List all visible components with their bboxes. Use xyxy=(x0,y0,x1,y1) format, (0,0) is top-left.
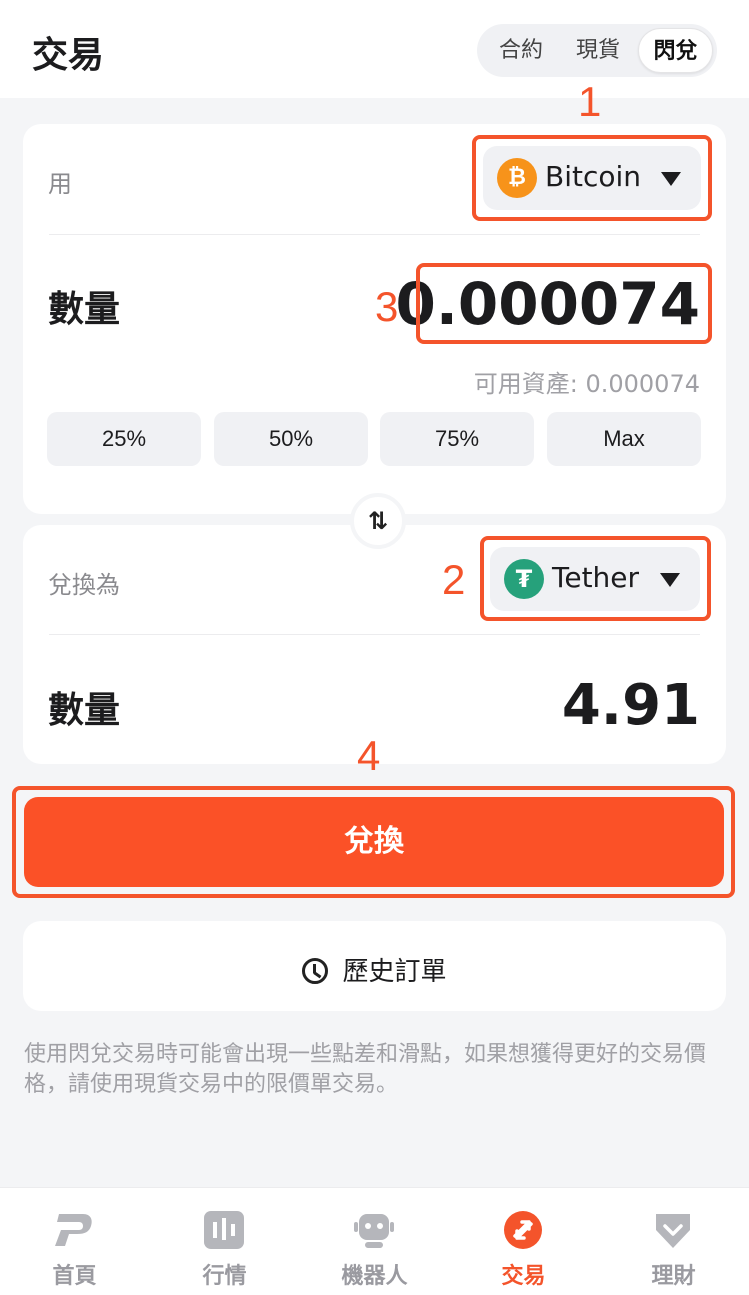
tab-wealth[interactable]: 理財 xyxy=(599,1188,748,1295)
to-amount: 4.91 xyxy=(561,673,700,738)
annotation-number-1: 1 xyxy=(578,78,602,125)
clock-icon xyxy=(302,958,329,984)
slippage-notice: 使用閃兌交易時可能會出現一些點差和滑點，如果想獲得更好的交易價格，請使用現貨交易… xyxy=(24,1042,707,1097)
robot-icon xyxy=(354,1214,394,1248)
history-orders-button[interactable]: 歷史訂單 xyxy=(23,921,726,1011)
annotation-box-3 xyxy=(416,263,712,344)
tab-market-label: 行情 xyxy=(202,1264,247,1289)
percent-50-button[interactable]: 50% xyxy=(214,412,368,466)
swap-arrows-icon[interactable]: ⇅ xyxy=(350,493,406,549)
annotation-box-2 xyxy=(480,536,711,621)
annotation-number-4: 4 xyxy=(357,732,381,779)
tab-home[interactable]: 首頁 xyxy=(0,1188,149,1295)
page-title: 交易 xyxy=(32,35,105,76)
diamond-icon xyxy=(656,1214,690,1248)
divider xyxy=(49,634,700,635)
convert-button[interactable]: 兌換 xyxy=(24,797,724,887)
bottom-tab-bar: 首頁 行情 機器人 交易 理財 xyxy=(0,1187,749,1295)
to-qty-label: 數量 xyxy=(48,690,121,731)
divider xyxy=(49,234,700,235)
percent-max-button[interactable]: Max xyxy=(547,412,701,466)
from-qty-label: 數量 xyxy=(48,289,121,330)
tab-spot[interactable]: 現貨 xyxy=(559,28,637,73)
trade-icon xyxy=(504,1211,542,1249)
home-p-icon xyxy=(55,1214,92,1246)
annotation-number-2: 2 xyxy=(442,556,466,603)
tab-trade-label: 交易 xyxy=(501,1264,546,1289)
from-label: 用 xyxy=(48,170,72,198)
chart-icon xyxy=(204,1211,244,1249)
annotation-number-3: 3 xyxy=(375,283,399,330)
history-orders-label: 歷史訂單 xyxy=(342,957,447,987)
tab-wealth-label: 理財 xyxy=(651,1264,696,1289)
to-label: 兌換為 xyxy=(48,571,120,599)
trade-mode-switch: 合約 現貨 閃兌 xyxy=(477,24,717,77)
tab-market[interactable]: 行情 xyxy=(150,1188,299,1295)
tab-trade[interactable]: 交易 xyxy=(449,1188,598,1295)
tab-futures[interactable]: 合約 xyxy=(483,28,559,73)
header: 交易 合約 現貨 閃兌 xyxy=(0,0,749,98)
tab-robot[interactable]: 機器人 xyxy=(300,1188,449,1295)
percent-25-button[interactable]: 25% xyxy=(47,412,201,466)
percent-75-button[interactable]: 75% xyxy=(380,412,534,466)
available-balance: 可用資產: 0.000074 xyxy=(473,370,700,398)
tab-flash-swap[interactable]: 閃兌 xyxy=(638,28,713,73)
tab-robot-label: 機器人 xyxy=(341,1264,408,1289)
annotation-box-1 xyxy=(472,135,712,221)
tab-home-label: 首頁 xyxy=(52,1264,97,1289)
